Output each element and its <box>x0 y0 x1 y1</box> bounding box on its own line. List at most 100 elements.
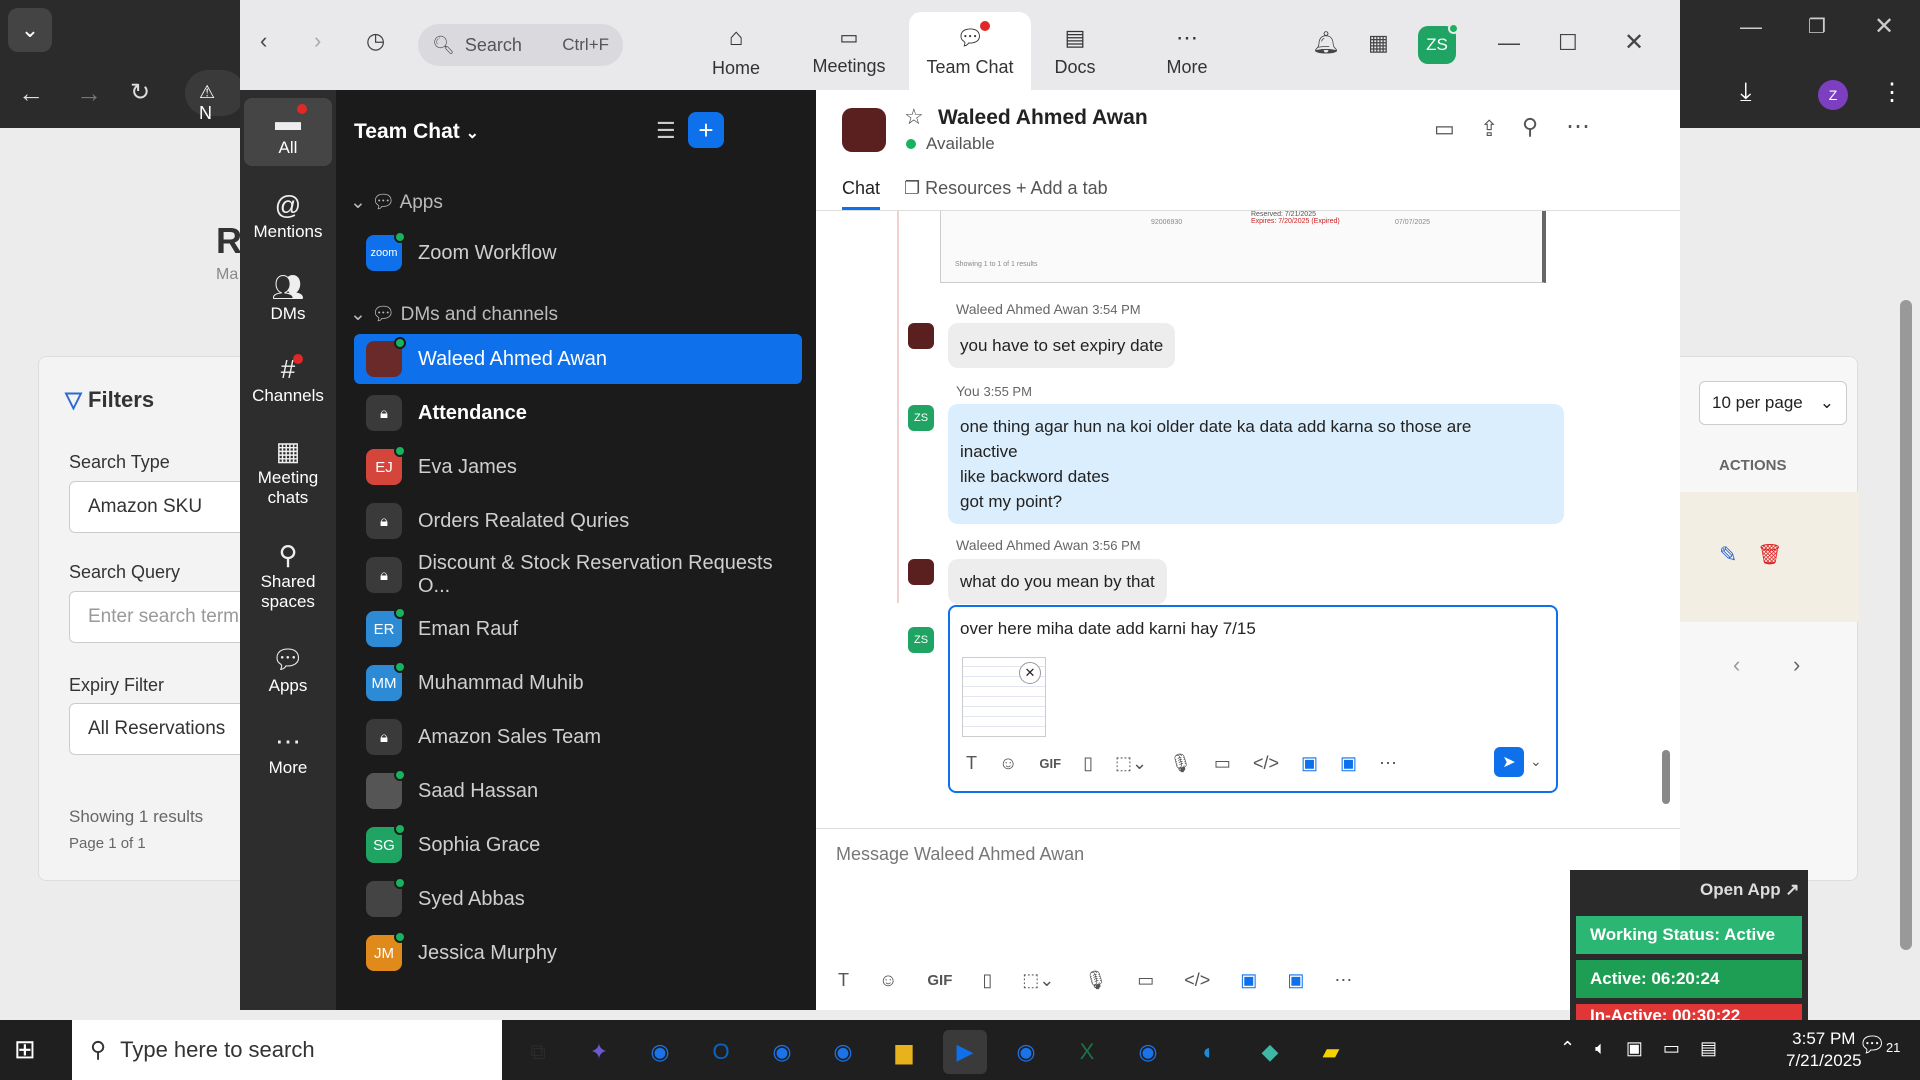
sidebar-item[interactable]: SG Sophia Grace <box>354 820 802 870</box>
zoom-icon[interactable]: ▶ <box>943 1030 987 1074</box>
share-screen-icon[interactable]: ⇪ <box>1480 116 1498 142</box>
message-scrollbar[interactable] <box>1662 750 1670 804</box>
rail-apps[interactable]: 💬︎ Apps <box>244 636 332 704</box>
chrome-icon[interactable]: ◉ <box>1126 1030 1170 1074</box>
app2-icon[interactable]: ▣ <box>1287 970 1304 991</box>
rail-shared-spaces[interactable]: ⚲ Shared spaces <box>244 532 332 620</box>
mic-icon[interactable]: 🎙︎ <box>1169 753 1192 774</box>
tab-team-chat[interactable]: 💬︎ Team Chat <box>909 12 1031 90</box>
video-message-icon[interactable]: ▭ <box>1137 970 1154 991</box>
battery-icon[interactable]: ▭ <box>1663 1038 1680 1059</box>
format-icon[interactable]: T <box>838 970 849 991</box>
more-options-icon[interactable]: ⋯ <box>1566 112 1590 141</box>
screenshot-icon[interactable]: ⬚⌄ <box>1115 753 1147 774</box>
app-icon[interactable]: ▣ <box>1301 753 1318 774</box>
rail-channels[interactable]: # Channels <box>244 346 332 414</box>
close-icon[interactable]: ✕ <box>1874 12 1894 41</box>
mic-icon[interactable]: 🎙︎ <box>1084 970 1107 991</box>
clock[interactable]: 3:57 PM 7/21/2025 <box>1786 1028 1862 1072</box>
forward-arrow-icon[interactable]: › <box>314 28 321 54</box>
bell-icon[interactable]: 🔔︎ <box>1312 30 1340 56</box>
screenshot-icon[interactable]: ⬚⌄ <box>1022 970 1054 991</box>
star-icon[interactable]: ☆ <box>904 104 924 130</box>
app-zoom-workflow[interactable]: zoom Zoom Workflow <box>354 228 802 278</box>
remove-attachment-icon[interactable]: ✕ <box>1019 662 1041 684</box>
add-tab-button[interactable]: + Add a tab <box>1016 178 1108 199</box>
taskbar-search[interactable]: ⚲ Type here to search <box>72 1020 502 1080</box>
compose-input[interactable]: Message Waleed Ahmed Awan <box>836 844 1084 865</box>
chrome-icon[interactable]: ◉ <box>821 1030 865 1074</box>
sidebar-item[interactable]: MM Muhammad Muhib <box>354 658 802 708</box>
sidebar-item[interactable]: 🔒︎ Discount & Stock Reservation Requests … <box>354 550 802 600</box>
chrome-icon[interactable]: ◉ <box>1004 1030 1048 1074</box>
user-avatar[interactable]: ZS <box>1418 23 1459 64</box>
format-icon[interactable]: T <box>966 753 977 774</box>
search-icon[interactable]: ⚲ <box>1522 114 1538 140</box>
rail-mentions[interactable]: @ Mentions <box>244 182 332 250</box>
gif-button[interactable]: GIF <box>927 972 952 989</box>
sidebar-item[interactable]: 🔒︎ Amazon Sales Team <box>354 712 802 762</box>
notification-icon[interactable]: 💬︎21 <box>1858 1032 1900 1058</box>
send-options-icon[interactable]: ⌄ <box>1530 753 1542 770</box>
tab-list-button[interactable]: ⌄ <box>8 8 52 52</box>
rail-more[interactable]: ⋯ More <box>244 718 332 786</box>
close-icon[interactable]: ✕ <box>1624 28 1644 57</box>
outlook-icon[interactable]: O <box>699 1030 743 1074</box>
sidebar-item[interactable]: 🔒︎ Orders Realated Quries <box>354 496 802 546</box>
app-icon[interactable]: ◆ <box>1248 1030 1292 1074</box>
tab-docs[interactable]: ▤ Docs <box>1020 12 1130 90</box>
task-view-icon[interactable]: ⧉ <box>516 1030 560 1074</box>
next-page-button[interactable]: › <box>1793 652 1800 678</box>
search-box[interactable]: 🔍︎ Search Ctrl+F <box>418 24 623 66</box>
back-icon[interactable]: ← <box>18 78 44 109</box>
tab-meetings[interactable]: ▭ Meetings <box>794 12 904 90</box>
edit-message-box[interactable]: over here miha date add karni hay 7/15 ✕… <box>948 605 1558 793</box>
excel-icon[interactable]: X <box>1065 1030 1109 1074</box>
tab-home[interactable]: ⌂ Home <box>681 12 791 90</box>
message-list[interactable]: 92006930 Reserved: 7/21/2025 Expires: 7/2… <box>816 211 1680 808</box>
per-page-select[interactable]: 10 per page ⌄ <box>1699 381 1847 425</box>
chrome-icon[interactable]: ◉ <box>760 1030 804 1074</box>
sidebar-item[interactable]: JM Jessica Murphy <box>354 928 802 978</box>
sidebar-item[interactable]: Waleed Ahmed Awan <box>354 334 802 384</box>
menu-icon[interactable]: ⋮ <box>1880 78 1904 107</box>
profile-avatar[interactable]: Z <box>1818 80 1848 110</box>
draft-text[interactable]: over here miha date add karni hay 7/15 <box>960 619 1256 639</box>
code-icon[interactable]: </> <box>1253 753 1279 774</box>
rail-meeting-chats[interactable]: ▦ Meeting chats <box>244 428 332 516</box>
rail-dms[interactable]: 👥︎ DMs <box>244 264 332 332</box>
video-call-icon[interactable]: ▭ <box>1434 116 1455 142</box>
more-icon[interactable]: ⋯ <box>1334 970 1352 991</box>
send-button[interactable]: ➤ <box>1494 747 1524 777</box>
file-icon[interactable]: ▯ <box>982 970 992 991</box>
tab-more[interactable]: ⋯ More <box>1132 12 1242 90</box>
video-message-icon[interactable]: ▭ <box>1214 753 1231 774</box>
gif-button[interactable]: GIF <box>1039 756 1061 771</box>
history-icon[interactable]: ◷ <box>366 28 385 54</box>
filter-icon[interactable]: ☰ <box>656 118 676 144</box>
tab-chat[interactable]: Chat <box>842 178 881 210</box>
chrome-icon[interactable]: ◉ <box>638 1030 682 1074</box>
chevron-up-icon[interactable]: ⌃ <box>1560 1038 1575 1059</box>
maximize-icon[interactable]: ☐ <box>1558 30 1578 56</box>
sidebar-item[interactable]: EJ Eva James <box>354 442 802 492</box>
minimize-icon[interactable]: — <box>1498 30 1520 56</box>
sidebar-item[interactable]: ER Eman Rauf <box>354 604 802 654</box>
forward-icon[interactable]: → <box>76 78 102 109</box>
edge-icon[interactable]: ◐ <box>1187 1030 1231 1074</box>
start-button[interactable]: ⊞ <box>14 1034 44 1064</box>
delete-icon[interactable]: 🗑 <box>1757 542 1782 567</box>
emoji-icon[interactable]: ☺ <box>999 753 1017 774</box>
tab-resources[interactable]: ❐ Resources <box>904 178 1011 199</box>
minimize-icon[interactable]: — <box>1740 14 1762 40</box>
sidebar-item[interactable]: 🔒︎ Attendance <box>354 388 802 438</box>
file-explorer-icon[interactable]: ▆ <box>882 1030 926 1074</box>
rail-all[interactable]: ▬ All <box>244 98 332 166</box>
reload-icon[interactable]: ↻ <box>130 78 150 107</box>
edit-icon[interactable]: ✎ <box>1719 542 1737 568</box>
screenshot-attachment[interactable]: 92006930 Reserved: 7/21/2025 Expires: 7/2… <box>940 211 1546 283</box>
network-icon[interactable]: ▤ <box>1700 1038 1717 1059</box>
browser-scrollbar[interactable] <box>1900 300 1912 950</box>
dms-section-header[interactable]: ⌄ 💬︎ DMs and channels <box>350 302 558 326</box>
code-icon[interactable]: </> <box>1184 970 1210 991</box>
